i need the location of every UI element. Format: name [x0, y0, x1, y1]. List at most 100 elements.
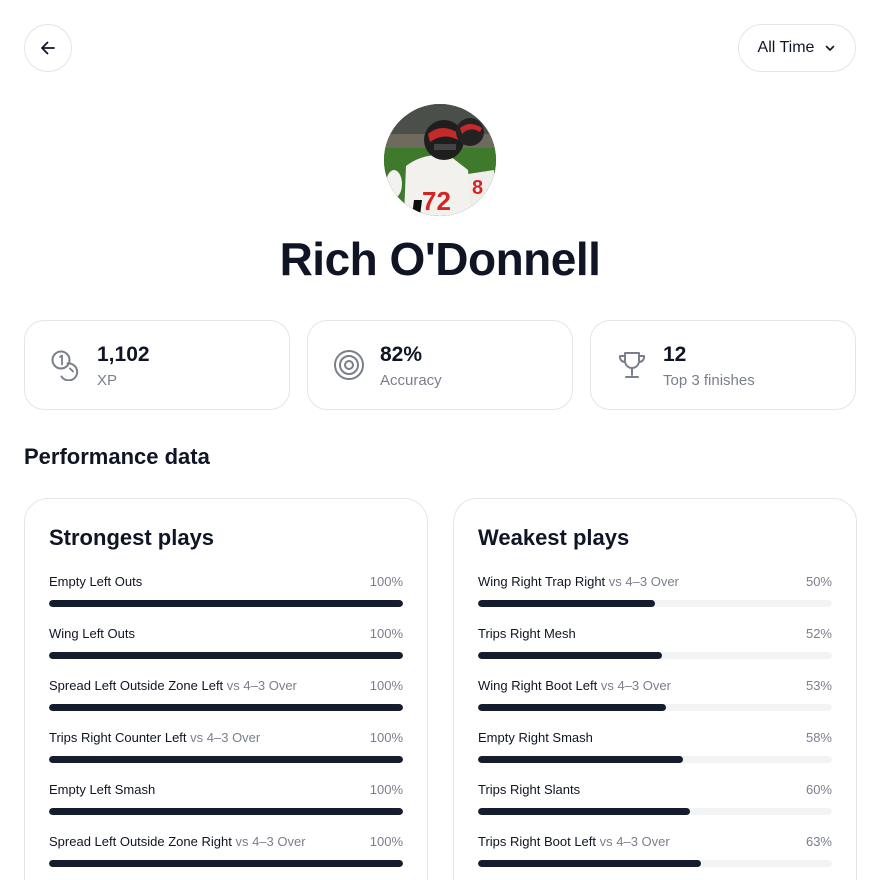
play-list: Wing Right Trap Right vs 4–3 Over 50% Trip…	[478, 571, 832, 880]
play-row: Spread Left Outside Zone Right vs 4–3 Ov…	[49, 831, 403, 880]
target-icon	[332, 348, 366, 382]
play-row: Trips Right Counter Left vs 4–3 Over 100%	[49, 727, 403, 779]
play-header: Wing Right Boot Left vs 4–3 Over 53%	[478, 675, 832, 695]
play-percent: 50%	[805, 573, 832, 589]
progress-track	[49, 652, 403, 659]
svg-text:72: 72	[422, 186, 451, 216]
play-opponent: vs 4–3 Over	[600, 677, 671, 693]
play-header: Trips Right Boot Left vs 4–3 Over 63%	[478, 831, 832, 851]
strongest-plays-panel: Strongest plays Empty Left Outs 100% Wing …	[24, 498, 428, 880]
play-percent: 52%	[805, 625, 832, 641]
play-header: Wing Right Trap Right vs 4–3 Over 50%	[478, 571, 832, 591]
progress-fill	[478, 860, 702, 867]
play-opponent: vs 4–3 Over	[608, 573, 679, 589]
avatar: 72 8	[384, 104, 496, 216]
play-percent: 100%	[369, 781, 403, 797]
progress-fill	[49, 652, 403, 659]
play-title: Wing Right Trap Right vs 4–3 Over	[478, 574, 679, 589]
progress-track	[49, 600, 403, 607]
stat-label: XP	[97, 371, 118, 389]
player-name: Rich O'Donnell	[279, 233, 601, 285]
play-list: Empty Left Outs 100% Wing Left Outs 100% Spr…	[49, 571, 403, 880]
progress-fill	[49, 704, 403, 711]
play-row: Wing Left Outs 100%	[49, 623, 403, 675]
progress-fill	[49, 860, 403, 867]
play-name: Trips Right Mesh	[478, 625, 576, 641]
progress-track	[49, 808, 403, 815]
progress-fill	[49, 808, 403, 815]
time-range-select[interactable]: All Time	[738, 24, 856, 72]
play-percent: 58%	[805, 729, 832, 745]
play-title: Trips Right Mesh	[478, 626, 576, 641]
play-row: Wing Right Trap Right vs 4–3 Over 50%	[478, 571, 832, 623]
play-opponent: vs 4–3 Over	[190, 729, 261, 745]
coins-icon	[49, 348, 83, 382]
weakest-plays-panel: Weakest plays Wing Right Trap Right vs 4…	[453, 498, 857, 880]
progress-track	[478, 756, 832, 763]
panel-title: Weakest plays	[478, 525, 630, 550]
play-name: Spread Left Outside Zone Left	[49, 677, 224, 693]
stat-card-xp: 1,102 XP	[24, 320, 290, 410]
play-title: Wing Right Boot Left vs 4–3 Over	[478, 678, 671, 693]
play-title: Trips Right Boot Left vs 4–3 Over	[478, 834, 670, 849]
play-name: Trips Right Counter Left	[49, 729, 187, 745]
play-name: Wing Right Trap Right	[478, 573, 606, 589]
play-header: Empty Right Smash 58%	[478, 727, 832, 747]
play-name: Trips Right Slants	[478, 781, 581, 797]
progress-fill	[49, 600, 403, 607]
play-row: Trips Right Slants 60%	[478, 779, 832, 831]
play-percent: 53%	[805, 677, 832, 693]
progress-track	[49, 756, 403, 763]
play-row: Empty Left Smash 100%	[49, 779, 403, 831]
svg-text:8: 8	[472, 177, 483, 199]
stat-value: 82%	[380, 342, 423, 366]
progress-track	[478, 704, 832, 711]
play-percent: 100%	[369, 625, 403, 641]
play-title: Empty Left Outs	[49, 574, 142, 589]
progress-fill	[478, 808, 691, 815]
progress-fill	[478, 600, 655, 607]
progress-fill	[49, 756, 403, 763]
play-percent: 100%	[369, 729, 403, 745]
play-opponent: vs 4–3 Over	[235, 833, 306, 849]
play-title: Spread Left Outside Zone Left vs 4–3 Ove…	[49, 678, 297, 693]
play-header: Empty Left Outs 100%	[49, 571, 403, 591]
play-title: Empty Right Smash	[478, 730, 593, 745]
stat-card-accuracy: 82% Accuracy	[307, 320, 573, 410]
play-percent: 100%	[369, 573, 403, 589]
play-name: Trips Right Boot Left	[478, 833, 597, 849]
progress-fill	[478, 756, 684, 763]
play-header: Empty Left Smash 100%	[49, 779, 403, 799]
section-title: Performance data	[24, 444, 210, 469]
play-title: Spread Left Outside Zone Right vs 4–3 Ov…	[49, 834, 306, 849]
arrow-left-icon	[41, 41, 55, 55]
stat-card-top3: 12 Top 3 finishes	[590, 320, 856, 410]
play-header: Spread Left Outside Zone Right vs 4–3 Ov…	[49, 831, 403, 851]
progress-track	[49, 704, 403, 711]
trophy-icon	[615, 348, 649, 382]
play-name: Wing Right Boot Left	[478, 677, 598, 693]
performance-panels: Strongest plays Empty Left Outs 100% Wing …	[24, 498, 857, 880]
play-row: Empty Right Smash 58%	[478, 727, 832, 779]
play-percent: 63%	[805, 833, 832, 849]
chevron-down-icon	[826, 45, 835, 51]
play-header: Trips Right Slants 60%	[478, 779, 832, 799]
play-header: Trips Right Mesh 52%	[478, 623, 832, 643]
back-button[interactable]	[24, 24, 72, 72]
play-row: Wing Right Boot Left vs 4–3 Over 53%	[478, 675, 832, 727]
time-range-label: All Time	[757, 39, 815, 56]
play-name: Wing Left Outs	[49, 625, 135, 641]
play-name: Empty Left Smash	[49, 781, 156, 797]
progress-fill	[478, 652, 663, 659]
progress-track	[478, 652, 832, 659]
progress-track	[49, 860, 403, 867]
play-percent: 100%	[369, 677, 403, 693]
progress-fill	[478, 704, 666, 711]
play-header: Trips Right Counter Left vs 4–3 Over 100%	[49, 727, 403, 747]
progress-track	[478, 808, 832, 815]
stat-value: 12	[663, 342, 687, 366]
play-name: Spread Left Outside Zone Right	[49, 833, 232, 849]
stat-label: Top 3 finishes	[663, 371, 755, 389]
play-title: Trips Right Slants	[478, 782, 580, 797]
play-header: Spread Left Outside Zone Left vs 4–3 Ove…	[49, 675, 403, 695]
